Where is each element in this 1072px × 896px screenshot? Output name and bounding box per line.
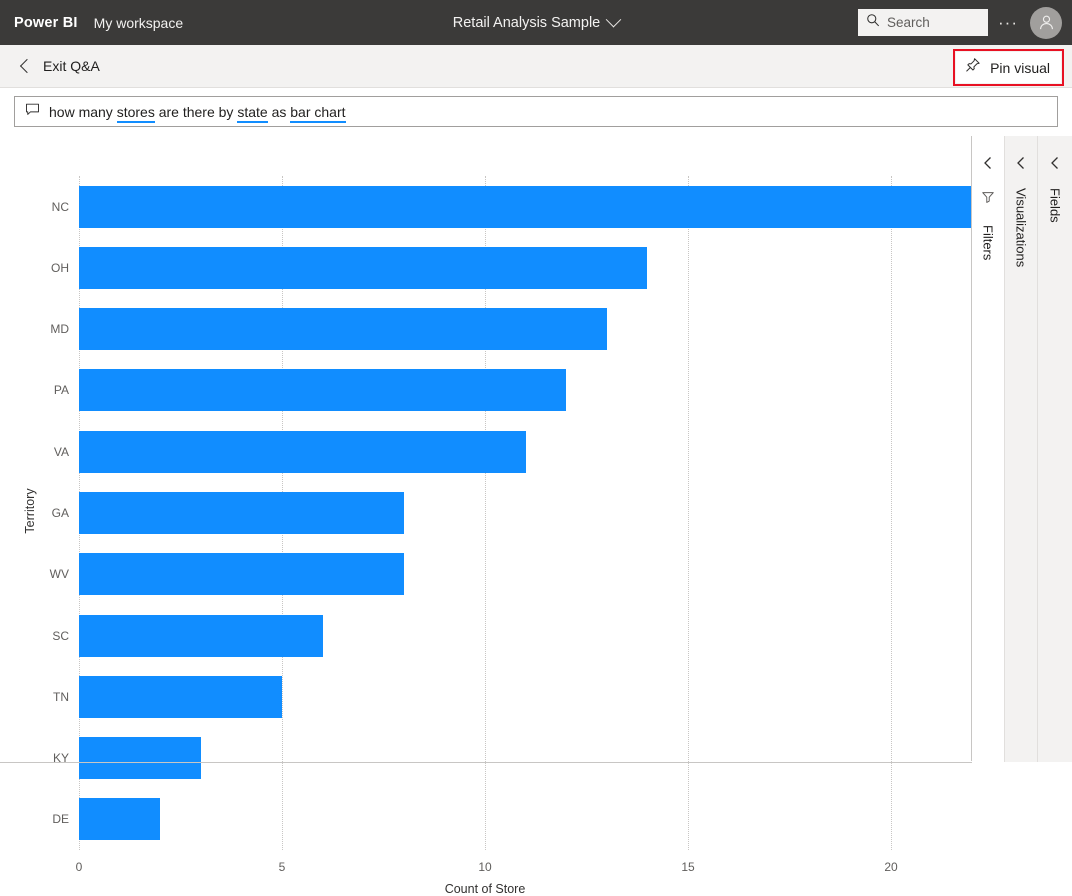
y-axis-tick-OH: OH: [23, 247, 69, 289]
x-axis-tick-10: 10: [478, 860, 491, 874]
bar-VA[interactable]: [79, 431, 526, 473]
y-axis-tick-KY: KY: [23, 737, 69, 779]
qna-command-bar: Exit Q&A Pin visual: [0, 45, 1072, 88]
y-axis-tick-SC: SC: [23, 615, 69, 657]
exit-qna-button[interactable]: Exit Q&A: [22, 58, 100, 74]
sidebar-panel-filters-label[interactable]: Filters: [981, 225, 996, 260]
bar-chart[interactable]: NCOHMDPAVAGAWVSCTNKYDE05101520: [79, 176, 973, 850]
query-token-1[interactable]: stores: [117, 104, 155, 123]
bar-DE[interactable]: [79, 798, 160, 840]
chevron-left-icon[interactable]: [979, 154, 997, 172]
bar-KY[interactable]: [79, 737, 201, 779]
powerbi-brand-logo[interactable]: Power BI: [14, 15, 78, 31]
sidebar-panel-filters[interactable]: Filters: [972, 136, 1004, 762]
x-axis-tick-20: 20: [884, 860, 897, 874]
y-axis-tick-NC: NC: [23, 186, 69, 228]
query-plain-0: how many: [49, 104, 117, 120]
x-axis-title: Count of Store: [445, 882, 526, 896]
report-title: Retail Analysis Sample: [453, 15, 601, 31]
y-axis-tick-TN: TN: [23, 676, 69, 718]
canvas-bottom-rule: [0, 762, 972, 763]
query-plain-4: as: [268, 104, 291, 120]
y-axis-tick-VA: VA: [23, 431, 69, 473]
query-token-5[interactable]: bar chart: [290, 104, 345, 123]
bar-NC[interactable]: [79, 186, 972, 228]
bar-TN[interactable]: [79, 676, 282, 718]
query-token-3[interactable]: state: [237, 104, 267, 123]
avatar[interactable]: [1030, 7, 1062, 39]
bar-MD[interactable]: [79, 308, 607, 350]
y-axis-tick-WV: WV: [23, 553, 69, 595]
sidebar-panel-fields-label[interactable]: Fields: [1048, 188, 1063, 223]
chevron-left-icon[interactable]: [1046, 154, 1064, 172]
query-plain-2: are there by: [155, 104, 238, 120]
chevron-down-icon: [606, 12, 622, 28]
pin-visual-button[interactable]: Pin visual: [956, 52, 1061, 83]
gridline-20: [891, 176, 892, 850]
pin-icon: [965, 57, 981, 78]
bar-SC[interactable]: [79, 615, 323, 657]
bar-OH[interactable]: [79, 247, 647, 289]
workspace-breadcrumb[interactable]: My workspace: [94, 15, 183, 31]
pin-visual-highlight: Pin visual: [953, 49, 1064, 86]
bar-WV[interactable]: [79, 553, 404, 595]
sidebar-panel-fields[interactable]: Fields: [1038, 136, 1072, 762]
qna-result-canvas: NCOHMDPAVAGAWVSCTNKYDE05101520 Territory…: [14, 136, 972, 761]
y-axis-tick-PA: PA: [23, 369, 69, 411]
chevron-left-icon: [20, 59, 34, 73]
bar-PA[interactable]: [79, 369, 566, 411]
search-input[interactable]: Search: [858, 9, 988, 36]
search-placeholder: Search: [887, 15, 930, 30]
x-axis-tick-5: 5: [279, 860, 286, 874]
pin-visual-label: Pin visual: [990, 60, 1050, 76]
y-axis-title: Territory: [23, 481, 37, 541]
chevron-left-icon[interactable]: [1012, 154, 1030, 172]
search-icon: [866, 13, 880, 32]
exit-qna-label: Exit Q&A: [43, 58, 100, 74]
report-title-dropdown[interactable]: Retail Analysis Sample: [453, 15, 620, 31]
bar-GA[interactable]: [79, 492, 404, 534]
funnel-icon: [981, 190, 995, 209]
x-axis-tick-0: 0: [76, 860, 83, 874]
qna-query-input[interactable]: how many stores are there by state as ba…: [14, 96, 1058, 127]
y-axis-tick-DE: DE: [23, 798, 69, 840]
sidebar-panel-visualizations[interactable]: Visualizations: [1004, 136, 1038, 762]
more-options-button[interactable]: ···: [992, 7, 1024, 39]
x-axis-tick-15: 15: [681, 860, 694, 874]
speech-bubble-icon: [25, 102, 40, 122]
sidebar-panel-visualizations-label[interactable]: Visualizations: [1014, 188, 1029, 267]
qna-query-text: how many stores are there by state as ba…: [49, 104, 346, 120]
gridline-15: [688, 176, 689, 850]
app-bar-actions: Search ···: [858, 0, 1072, 45]
person-icon: [1037, 13, 1056, 32]
y-axis-tick-MD: MD: [23, 308, 69, 350]
